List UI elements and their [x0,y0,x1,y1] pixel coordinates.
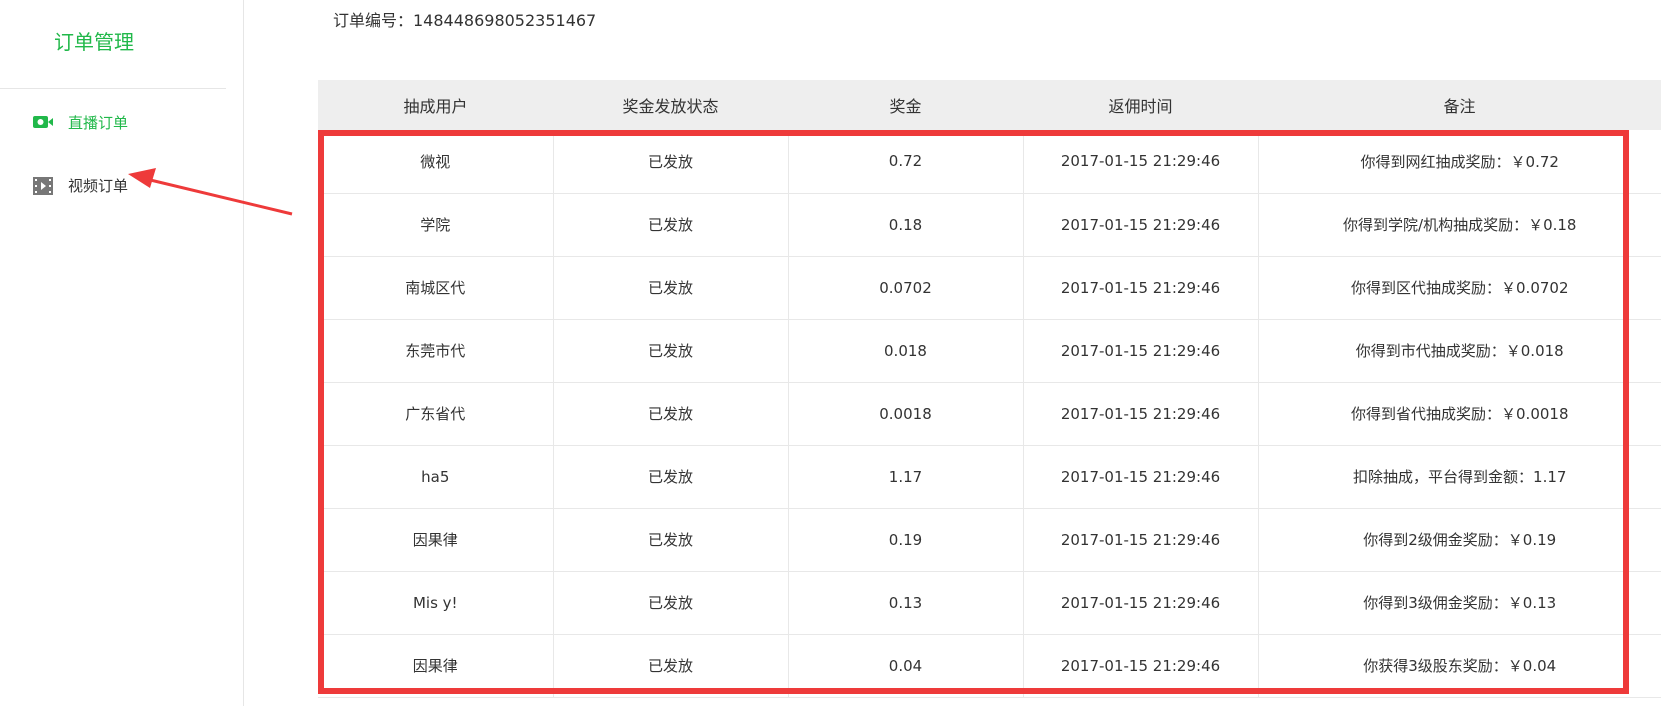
table-cell: 0.0018 [788,382,1024,446]
table-row: 学院 已发放 0.18 2017-01-15 21:29:46 你得到学院/机构… [318,193,1661,257]
table-cell: 扣除抽成，平台得到金额：1.17 [1258,445,1661,509]
sidebar-item-label: 直播订单 [68,113,129,132]
order-number: 订单编号：148448698052351467 [333,11,597,30]
table-cell: 0.19 [788,508,1024,572]
sidebar-item-video-orders[interactable]: 视频订单 [32,173,128,197]
table-cell: 因果律 [318,508,554,572]
column-header: 奖金 [889,97,922,116]
table-cell: 你得到2级佣金奖励：￥0.19 [1258,508,1661,572]
sidebar-title: 订单管理 [54,30,134,54]
table-cell: 2017-01-15 21:29:46 [1023,634,1259,698]
sidebar: 订单管理 直播订单 视频订单 [0,0,244,706]
table-cell: 你获得3级股东奖励：￥0.04 [1258,634,1661,698]
table-cell: 微视 [318,130,554,194]
table-row: 因果律 已发放 0.04 2017-01-15 21:29:46 你获得3级股东… [318,634,1661,698]
table-cell: 2017-01-15 21:29:46 [1023,382,1259,446]
table-row: 南城区代 已发放 0.0702 2017-01-15 21:29:46 你得到区… [318,256,1661,320]
sidebar-item-live-orders[interactable]: 直播订单 [32,110,128,134]
column-header: 抽成用户 [403,97,468,116]
table-cell: 已发放 [553,571,789,635]
table-cell: 已发放 [553,445,789,509]
sidebar-item-label: 视频订单 [68,176,129,195]
table-cell: 0.18 [788,193,1024,257]
table-cell: 0.72 [788,130,1024,194]
table-cell: ha5 [318,445,554,509]
table-cell: 你得到区代抽成奖励：￥0.0702 [1258,256,1661,320]
table-row: 广东省代 已发放 0.0018 2017-01-15 21:29:46 你得到省… [318,382,1661,446]
table-cell: 已发放 [553,319,789,383]
table-cell: 2017-01-15 21:29:46 [1023,508,1259,572]
table-cell: 已发放 [553,130,789,194]
table-cell: 0.0702 [788,256,1024,320]
table-cell: 2017-01-15 21:29:46 [1023,319,1259,383]
table-cell: 0.018 [788,319,1024,383]
table-cell: 你得到学院/机构抽成奖励：￥0.18 [1258,193,1661,257]
table-cell: 学院 [318,193,554,257]
table-cell: 广东省代 [318,382,554,446]
table-cell: 因果律 [318,634,554,698]
table-cell: 2017-01-15 21:29:46 [1023,571,1259,635]
table-cell: 已发放 [553,256,789,320]
table-cell: 南城区代 [318,256,554,320]
table-cell: 已发放 [553,508,789,572]
table-cell: 你得到省代抽成奖励：￥0.0018 [1258,382,1661,446]
table-cell: 1.17 [788,445,1024,509]
sidebar-divider [0,88,226,89]
table-cell: 0.13 [788,571,1024,635]
table-cell: 已发放 [553,193,789,257]
table-cell: 2017-01-15 21:29:46 [1023,445,1259,509]
table-row: Mis y! 已发放 0.13 2017-01-15 21:29:46 你得到3… [318,571,1661,635]
table-cell: 2017-01-15 21:29:46 [1023,256,1259,320]
table-cell: 2017-01-15 21:29:46 [1023,193,1259,257]
table-row: 因果律 已发放 0.19 2017-01-15 21:29:46 你得到2级佣金… [318,508,1661,572]
film-icon [32,176,54,195]
column-header: 返佣时间 [1108,97,1173,116]
annotation-arrow-icon [128,168,293,216]
commission-table: 抽成用户 奖金发放状态 奖金 返佣时间 备注 微视 已发放 0.72 2017-… [318,80,1661,698]
table-cell: 你得到网红抽成奖励：￥0.72 [1258,130,1661,194]
table-cell: Mis y! [318,571,554,635]
table-cell: 你得到市代抽成奖励：￥0.018 [1258,319,1661,383]
table-cell: 已发放 [553,382,789,446]
table-row: ha5 已发放 1.17 2017-01-15 21:29:46 扣除抽成，平台… [318,445,1661,509]
table-row: 微视 已发放 0.72 2017-01-15 21:29:46 你得到网红抽成奖… [318,130,1661,194]
column-header: 奖金发放状态 [622,97,719,116]
table-cell: 东莞市代 [318,319,554,383]
column-header: 备注 [1443,97,1476,116]
camera-icon [32,113,54,131]
table-cell: 你得到3级佣金奖励：￥0.13 [1258,571,1661,635]
table-row: 东莞市代 已发放 0.018 2017-01-15 21:29:46 你得到市代… [318,319,1661,383]
table-cell: 2017-01-15 21:29:46 [1023,130,1259,194]
table-header-row: 抽成用户 奖金发放状态 奖金 返佣时间 备注 [318,80,1661,130]
table-cell: 已发放 [553,634,789,698]
table-cell: 0.04 [788,634,1024,698]
